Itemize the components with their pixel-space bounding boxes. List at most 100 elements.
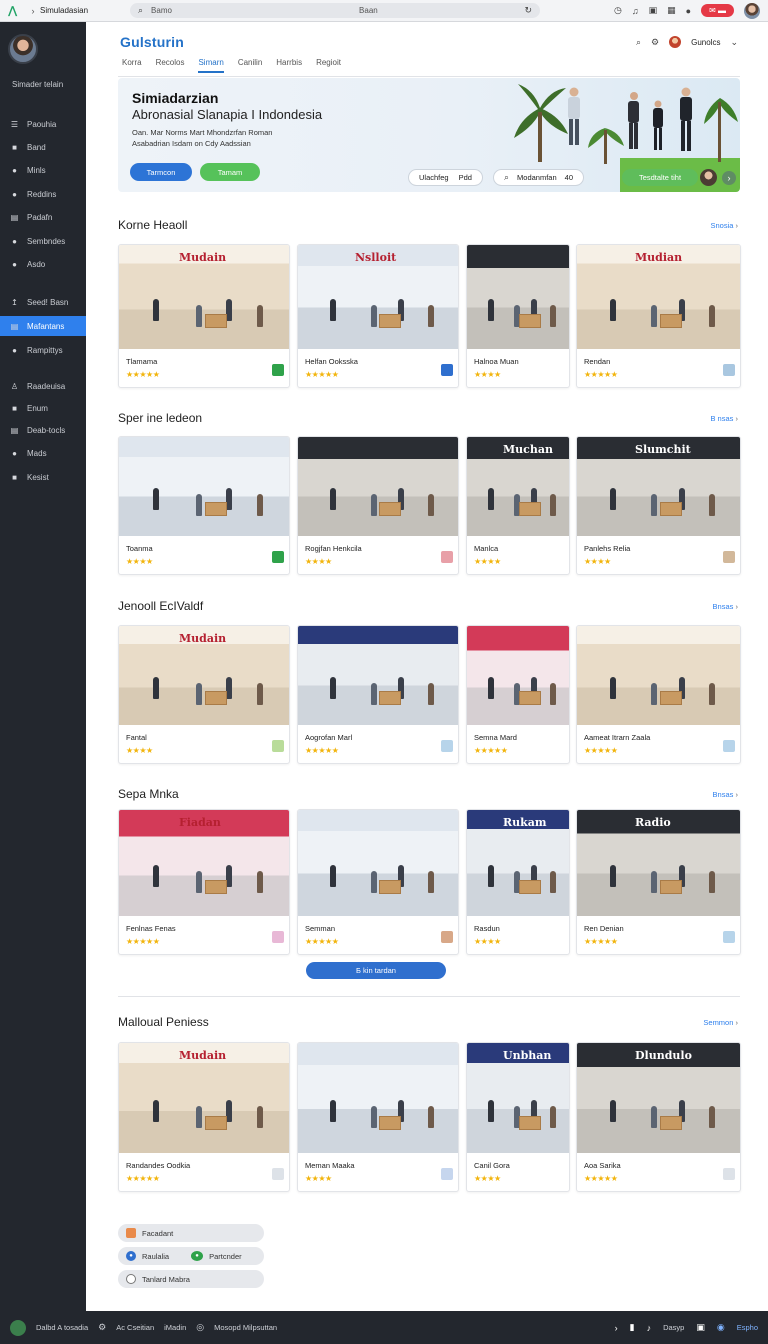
sidebar-item-5[interactable]: ▤ Padafn <box>0 207 86 227</box>
tab-regioit[interactable]: Regioit <box>316 58 341 73</box>
brand-logo[interactable]: Gulsturin <box>120 34 184 50</box>
footer-logo-icon[interactable] <box>10 1319 26 1336</box>
sidebar-item-15[interactable]: ■ Kesist <box>0 467 86 487</box>
store-card[interactable]: Dlundulo Aoa Sarika ★★★★★ <box>576 1042 741 1192</box>
chevron-down-icon[interactable]: ⌄ <box>730 37 738 48</box>
sidebar-item-1[interactable]: ☰ Paouhia <box>0 114 86 134</box>
store-card[interactable]: Aameat Itrarn Zaala ★★★★★ <box>576 625 741 764</box>
sidebar-item-14[interactable]: ● Mads <box>0 443 86 463</box>
hero-primary-button[interactable]: Tarmcon <box>130 163 192 181</box>
sidebar-item-11[interactable]: ♙ Raadeuisa <box>0 376 86 396</box>
hero-green-pill[interactable]: Tesdtalte tiht <box>622 169 698 186</box>
tab-simarn[interactable]: Simarn <box>198 58 224 73</box>
footer-link-4[interactable]: Mosopd Milpsuttan <box>214 1323 277 1332</box>
category-badge-icon[interactable] <box>441 1168 453 1180</box>
sidebar-item-7[interactable]: ● Asdo <box>0 254 86 274</box>
bookmark-icon[interactable]: ▣ <box>649 5 658 16</box>
sidebar-item-10[interactable]: ● Rampittys <box>0 340 86 360</box>
chip-1[interactable]: Facadant <box>118 1224 264 1242</box>
history-icon[interactable]: ◷ <box>614 5 622 16</box>
show-more-button[interactable]: Б kin tardan <box>306 962 446 979</box>
arrow-right-icon[interactable]: › <box>722 171 736 185</box>
tab-korra[interactable]: Korra <box>122 58 142 73</box>
store-card[interactable]: Slumchit Panlehs Relia ★★★★ <box>576 436 741 575</box>
category-badge-icon[interactable] <box>441 740 453 752</box>
sidebar-item-12[interactable]: ■ Enum <box>0 398 86 418</box>
category-badge-icon[interactable] <box>723 551 735 563</box>
reload-icon[interactable]: ↻ <box>524 5 532 16</box>
chip-2[interactable]: ● Raulalia ● Partcnder <box>118 1247 264 1265</box>
bookmark-icon[interactable]: ▣ <box>696 1322 705 1333</box>
category-badge-icon[interactable] <box>723 1168 735 1180</box>
category-badge-icon[interactable] <box>441 931 453 943</box>
gift-icon[interactable]: ▦ <box>667 5 676 16</box>
sidebar-item-6[interactable]: ● Sembndes <box>0 231 86 251</box>
store-card[interactable]: Unbhan Canil Gora ★★★★ <box>466 1042 570 1192</box>
sidebar-item-3[interactable]: ● Minls <box>0 160 86 180</box>
search-icon[interactable]: ⌕ <box>636 37 641 48</box>
store-card[interactable]: Semna Mard ★★★★★ <box>466 625 570 764</box>
see-all-link[interactable]: B nsas › <box>710 414 738 423</box>
category-badge-icon[interactable] <box>441 551 453 563</box>
globe-icon[interactable]: ◎ <box>196 1322 204 1333</box>
category-badge-icon[interactable] <box>272 740 284 752</box>
category-badge-icon[interactable] <box>441 364 453 376</box>
sidebar-item-13[interactable]: ▤ Deab-tocls <box>0 420 86 440</box>
app-logo-icon[interactable]: ⋀ <box>8 4 26 17</box>
phone-icon[interactable]: ▮ <box>630 1322 635 1333</box>
profile-avatar[interactable] <box>8 34 38 64</box>
footer-link-2[interactable]: Ac Cseitian <box>116 1323 154 1332</box>
sidebar-item-2[interactable]: ■ Band <box>0 137 86 157</box>
hero-search-pill[interactable]: ⌕ Modanmfan 40 <box>493 169 584 186</box>
store-card[interactable]: Rukam Rasdun ★★★★ <box>466 809 570 955</box>
footer-right-2[interactable]: Espho <box>737 1323 758 1332</box>
footer-link-1[interactable]: Dalbd A tosadia <box>36 1323 88 1332</box>
sidebar-item-9[interactable]: ▤ Mafantans <box>0 316 86 336</box>
category-badge-icon[interactable] <box>272 931 284 943</box>
sidebar-item-4[interactable]: ● Reddins <box>0 184 86 204</box>
category-badge-icon[interactable] <box>723 931 735 943</box>
tab-harrbis[interactable]: Harrbis <box>276 58 302 73</box>
avatar[interactable] <box>700 169 717 186</box>
category-badge-icon[interactable] <box>272 1168 284 1180</box>
bell-icon[interactable]: ♫ <box>632 6 639 16</box>
avatar[interactable] <box>744 2 760 19</box>
address-bar[interactable]: ⌕ Bamo Baan ↻ <box>130 3 540 18</box>
mic-icon[interactable]: ♪ <box>647 1323 652 1333</box>
store-card[interactable]: Aogrofan Marl ★★★★★ <box>297 625 459 764</box>
hero-filter-pill[interactable]: Ulachfeg Pdd <box>408 169 483 186</box>
store-card[interactable]: Semman ★★★★★ <box>297 809 459 955</box>
category-badge-icon[interactable] <box>723 740 735 752</box>
notification-badge[interactable]: ● <box>686 6 691 16</box>
globe-icon[interactable]: ◉ <box>717 1322 725 1333</box>
alert-button[interactable]: ✉ ▬ <box>701 4 734 17</box>
store-card[interactable]: Mudian Rendan ★★★★★ <box>576 244 741 388</box>
category-badge-icon[interactable] <box>272 551 284 563</box>
see-all-link[interactable]: Bnsas › <box>713 790 738 799</box>
see-all-link[interactable]: Semmon › <box>703 1018 738 1027</box>
store-card[interactable]: Fiadan Fenlnas Fenas ★★★★★ <box>118 809 290 955</box>
tab-canilin[interactable]: Canilin <box>238 58 262 73</box>
store-card[interactable]: Mudain Randandes Oodkia ★★★★★ <box>118 1042 290 1192</box>
store-card[interactable]: Mudain Tlamama ★★★★★ <box>118 244 290 388</box>
store-card[interactable]: Radio Ren Denian ★★★★★ <box>576 809 741 955</box>
settings-icon[interactable]: ⚙ <box>98 1322 106 1333</box>
store-card[interactable]: Rogjfan Henkcila ★★★★ <box>297 436 459 575</box>
user-label[interactable]: Gunolcs <box>691 38 720 47</box>
chip-3[interactable]: Tanlard Mabra <box>118 1270 264 1288</box>
see-all-link[interactable]: Bnsas › <box>713 602 738 611</box>
category-badge-icon[interactable] <box>723 364 735 376</box>
store-card[interactable]: Mudain Fantal ★★★★ <box>118 625 290 764</box>
store-card[interactable]: Nslloit Helfan Ooksska ★★★★★ <box>297 244 459 388</box>
settings-icon[interactable]: ⚙ <box>651 37 659 48</box>
hero-secondary-button[interactable]: Tamam <box>200 163 260 181</box>
sidebar-item-8[interactable]: ↥ Seed! Basn <box>0 292 86 312</box>
store-card[interactable]: Meman Maaka ★★★★ <box>297 1042 459 1192</box>
store-card[interactable]: Muchan Manlca ★★★★ <box>466 436 570 575</box>
footer-right-1[interactable]: Dasyp <box>663 1323 684 1332</box>
store-card[interactable]: Toanma ★★★★ <box>118 436 290 575</box>
chevron-right-icon[interactable]: › <box>26 6 40 16</box>
footer-link-3[interactable]: iMadin <box>164 1323 186 1332</box>
tab-recolos[interactable]: Recolos <box>156 58 185 73</box>
user-avatar[interactable] <box>669 36 682 48</box>
